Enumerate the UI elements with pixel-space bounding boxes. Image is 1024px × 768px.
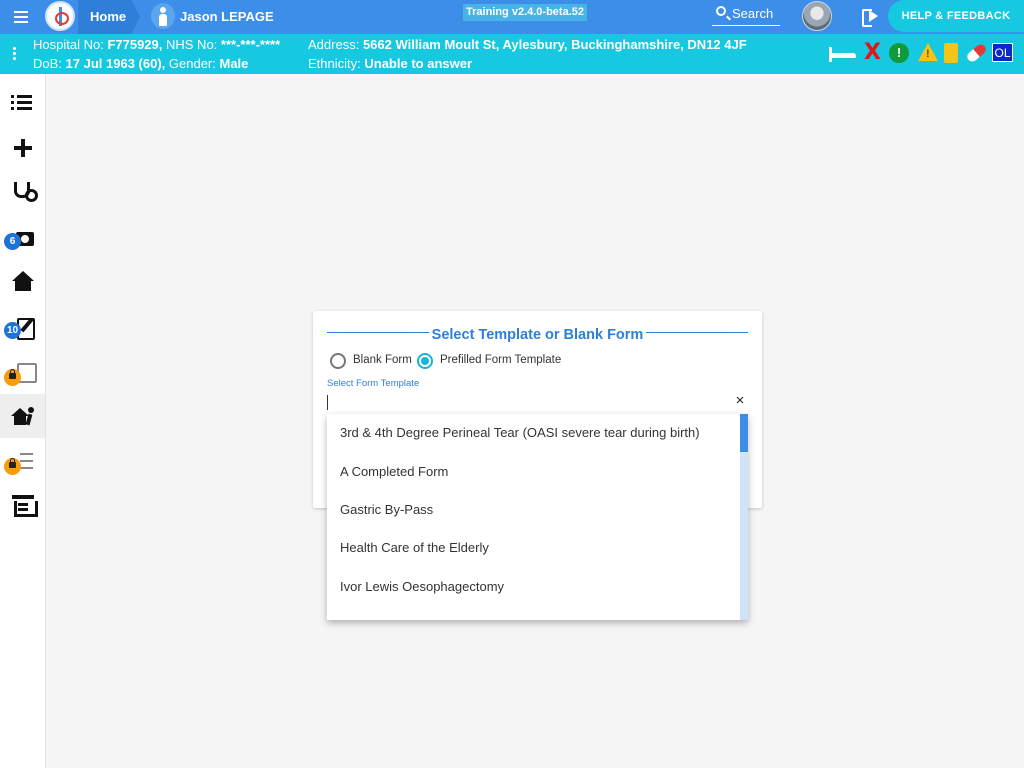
template-field-label: Select Form Template xyxy=(327,378,420,389)
sidebar-item-house-medical[interactable] xyxy=(0,260,45,304)
patient-banner: Hospital No: F775929, NHS No: ***-***-**… xyxy=(0,34,1024,74)
lock-badge xyxy=(4,458,21,475)
dropdown-option[interactable]: Gastric By-Pass xyxy=(327,491,740,529)
breadcrumb-home-label[interactable]: Home xyxy=(90,9,126,24)
date-of-birth: 17 Jul 1963 (60), xyxy=(65,56,166,71)
app-logo[interactable] xyxy=(45,1,75,31)
top-bar: Home Jason LEPAGE Training v2.4.0-beta.5… xyxy=(0,0,1024,34)
count-badge: 6 xyxy=(4,233,21,250)
lock-icon xyxy=(9,458,16,468)
sidebar-item-camera[interactable]: 6 xyxy=(0,216,45,260)
pill-icon[interactable] xyxy=(965,42,988,64)
logout-icon[interactable] xyxy=(862,8,882,27)
warning-icon[interactable]: ! xyxy=(918,43,938,61)
count-badge: 10 xyxy=(4,322,21,339)
breadcrumb-patient-name[interactable]: Jason LEPAGE xyxy=(180,9,274,24)
menu-icon[interactable] xyxy=(14,8,44,28)
x-icon[interactable]: X xyxy=(864,42,884,64)
sidebar-item-stethoscope[interactable] xyxy=(0,171,45,215)
help-feedback-button[interactable]: HELP & FEEDBACK xyxy=(888,0,1024,32)
sidebar-item-clipboard-locked[interactable] xyxy=(0,349,45,393)
address: 5662 William Moult St, Aylesbury, Buckin… xyxy=(362,37,747,52)
lock-icon xyxy=(9,369,16,379)
dropdown-option[interactable]: A Completed Form xyxy=(327,453,740,491)
bed-icon[interactable] xyxy=(829,43,856,63)
sidebar: 6 10 xyxy=(0,74,46,768)
sidebar-item-house-walk[interactable] xyxy=(0,394,45,438)
alert-icons: X ! ! OL xyxy=(829,42,1019,65)
house-walk-icon xyxy=(11,405,35,427)
environment-badge: Training v2.4.0-beta.52 xyxy=(463,4,587,21)
search-label: Search xyxy=(732,6,774,21)
ethnicity: Unable to answer xyxy=(364,56,473,71)
title-divider-right xyxy=(646,332,748,333)
user-avatar[interactable] xyxy=(802,1,832,31)
sidebar-item-checklist-locked[interactable] xyxy=(0,439,45,483)
more-vert-icon[interactable] xyxy=(13,47,17,63)
sidebar-item-edit-note[interactable]: 10 xyxy=(0,305,45,349)
ward-icon xyxy=(11,494,38,517)
template-dropdown: 3rd & 4th Degree Perineal Tear (OASI sev… xyxy=(327,414,748,620)
dropdown-option[interactable]: Ivor Lewis Oesophagectomy xyxy=(327,568,740,606)
gender: Male xyxy=(219,56,249,71)
dropdown-option[interactable]: 3rd & 4th Degree Perineal Tear (OASI sev… xyxy=(327,414,740,452)
sidebar-item-ward[interactable] xyxy=(0,483,45,527)
title-divider-left xyxy=(327,332,429,333)
banner-demographics: DoB: 17 Jul 1963 (60), Gender: Male xyxy=(33,56,249,71)
banner-ethnicity: Ethnicity: Unable to answer xyxy=(308,56,473,71)
ol-badge[interactable]: OL xyxy=(992,43,1013,62)
blank-form-label[interactable]: Blank Form xyxy=(353,354,412,366)
sidebar-item-add[interactable] xyxy=(0,126,45,170)
add-icon xyxy=(11,137,35,159)
prefilled-template-radio[interactable] xyxy=(417,353,433,369)
sidebar-item-list[interactable] xyxy=(0,81,45,125)
banner-identifiers: Hospital No: F775929, NHS No: ***-***-**… xyxy=(33,37,281,52)
lock-badge xyxy=(4,369,21,386)
nhs-number: ***-***-**** xyxy=(220,37,281,52)
person-icon xyxy=(151,3,175,29)
text-caret xyxy=(327,395,328,410)
prefilled-template-label[interactable]: Prefilled Form Template xyxy=(440,354,561,366)
document-icon[interactable] xyxy=(944,43,958,63)
hospital-number: F775929, xyxy=(107,37,163,52)
card-title: Select Template or Blank Form xyxy=(431,327,644,343)
stethoscope-icon xyxy=(11,182,38,204)
dropdown-scrollbar-thumb[interactable] xyxy=(740,414,748,452)
search-button[interactable]: Search xyxy=(712,3,780,26)
clear-icon[interactable]: × xyxy=(733,393,747,409)
exclamation-icon[interactable]: ! xyxy=(889,43,909,63)
house-medical-icon xyxy=(11,271,35,293)
template-search-input[interactable] xyxy=(327,393,748,415)
dropdown-option[interactable]: Health Care of the Elderly xyxy=(327,529,740,567)
list-icon xyxy=(11,92,35,114)
search-icon xyxy=(716,6,726,16)
blank-form-radio[interactable] xyxy=(330,353,346,369)
banner-address: Address: 5662 William Moult St, Aylesbur… xyxy=(308,37,747,52)
